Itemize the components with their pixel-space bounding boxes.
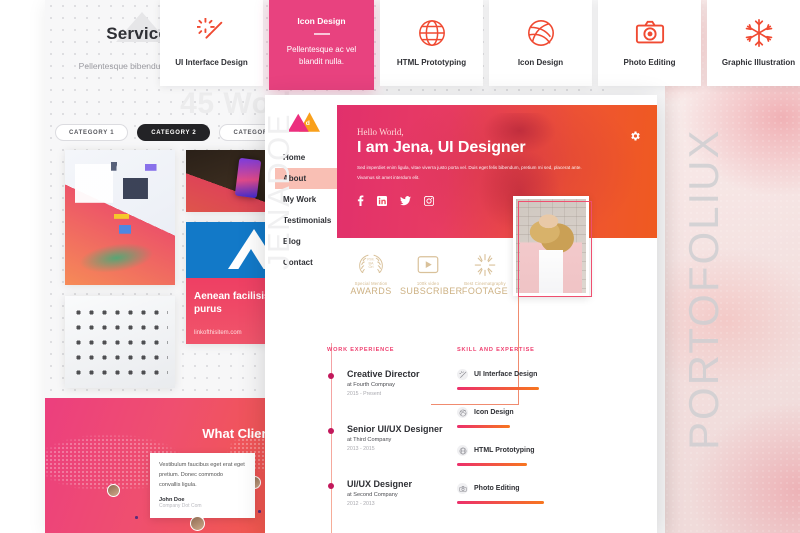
- photo-frame-outline: [518, 201, 592, 297]
- skill-name: Icon Design: [474, 409, 514, 416]
- service-card-photo-editing[interactable]: Photo Editing: [598, 0, 701, 86]
- section-heading: WORK EXPERIENCE: [327, 347, 395, 353]
- skill-name: Photo Editing: [474, 485, 520, 492]
- service-card-graphic-illustration[interactable]: Graphic Illustration: [707, 0, 800, 86]
- skill-progress-bar: [457, 463, 527, 466]
- map-pin: [258, 510, 261, 513]
- vertical-brand-label: PORTOFOLIUX: [680, 128, 727, 450]
- stat-title: FOOTAGE: [461, 286, 509, 296]
- service-card-icon-design[interactable]: Icon Design: [489, 0, 592, 86]
- skill-progress-bar: [457, 387, 539, 390]
- skill-progress-bar: [457, 425, 510, 428]
- hero-headline: I am Jena, UI Designer: [357, 139, 526, 156]
- job-company: at Third Company: [347, 437, 392, 443]
- stat-subscriber: 100k video SUBSCRIBER: [400, 253, 463, 296]
- portfolio-item[interactable]: [65, 150, 175, 285]
- screenshot-stage: 45 Work Services Pellentesque bibendum, …: [0, 0, 800, 533]
- timeline-dot: [327, 428, 334, 434]
- testimonial-card: Vestibulum faucibus eget erat eget preti…: [150, 453, 255, 525]
- hero-greeting: Hello World,: [357, 127, 404, 137]
- testimonials-title-light: What: [202, 426, 238, 441]
- portfolio-thumbnail: [65, 150, 175, 285]
- linkedin-icon[interactable]: [377, 193, 387, 211]
- skill-name: UI Interface Design: [474, 371, 538, 378]
- laurel-wreath-icon: P.M. BA Ori: [343, 253, 399, 277]
- service-card-row: UI Interface Design Icon Design Pellente…: [160, 0, 800, 90]
- stat-title: AWARDS: [350, 286, 392, 296]
- camera-icon: [635, 18, 665, 48]
- avatar[interactable]: [107, 484, 120, 497]
- service-card-html-prototyping[interactable]: HTML Prototyping: [380, 0, 483, 86]
- magic-wand-icon: [457, 369, 468, 380]
- dribbble-icon: [526, 18, 556, 48]
- portfolio-item[interactable]: [65, 296, 175, 388]
- service-card-label: UI Interface Design: [175, 58, 248, 68]
- instagram-icon[interactable]: [423, 193, 435, 211]
- resume-page-mockup: d Home About My Work Testimonials Blog C…: [261, 95, 657, 533]
- stat-footage: Best Cinematgraphy FOOTAGE: [457, 253, 513, 296]
- skill-progress-bar: [457, 501, 544, 504]
- hero-paragraph: Sed imperdiet enim ligula, vitae viverra…: [357, 165, 582, 181]
- service-card-label: Icon Design: [517, 58, 564, 68]
- service-card-label: HTML Prototyping: [396, 58, 467, 68]
- gear-icon[interactable]: [629, 129, 641, 141]
- work-experience-heading: WORK EXPERIENCE: [327, 347, 467, 353]
- hero-banner: Hello World, I am Jena, UI Designer Sed …: [337, 105, 657, 238]
- job-dates: 2015 - Present: [347, 391, 382, 397]
- divider: [313, 33, 330, 35]
- svg-text:d: d: [306, 120, 310, 127]
- facebook-icon[interactable]: [357, 193, 364, 211]
- filter-pill-category-2[interactable]: CATEGORY 2: [137, 124, 211, 141]
- filter-pill-category-1[interactable]: CATEGORY 1: [55, 124, 129, 141]
- testimonial-author-company: Company Dot Com: [159, 503, 202, 510]
- testimonial-quote: Vestibulum faucibus eget erat eget preti…: [159, 462, 245, 488]
- map-pin: [135, 516, 138, 519]
- globe-icon: [417, 18, 447, 48]
- service-card-label: Icon Design: [297, 16, 346, 26]
- skill-item: Icon Design: [457, 407, 607, 428]
- skill-item: HTML Prototyping: [457, 445, 607, 466]
- vertical-name-watermark: JENADOE: [261, 113, 296, 270]
- skill-row: UI Interface Design: [457, 369, 607, 380]
- skill-row: Icon Design: [457, 407, 607, 418]
- social-links: [357, 193, 435, 211]
- stat-title: SUBSCRIBER: [400, 286, 463, 296]
- sunburst-icon: [457, 253, 513, 277]
- magic-wand-icon: [196, 18, 227, 48]
- portfolio-thumbnail: [65, 296, 175, 388]
- svg-text:Ori: Ori: [369, 265, 374, 269]
- skill-name: HTML Prototyping: [474, 447, 535, 454]
- stat-awards: P.M. BA Ori Special Mention AWARDS: [343, 253, 399, 296]
- timeline-dot: [327, 483, 334, 489]
- portfolio-item-link[interactable]: linkofthisitem.com: [194, 330, 242, 336]
- avatar-active[interactable]: [190, 516, 205, 531]
- service-card-ui-interface-design[interactable]: UI Interface Design: [160, 0, 263, 86]
- dribbble-icon: [457, 407, 468, 418]
- skill-row: Photo Editing: [457, 483, 607, 494]
- timeline-dot: [327, 373, 334, 379]
- skill-item: Photo Editing: [457, 483, 607, 504]
- twitter-icon[interactable]: [400, 193, 411, 211]
- section-heading: SKILL AND EXPERTISE: [457, 347, 535, 353]
- service-card-label: Photo Editing: [623, 58, 676, 68]
- achievements-stats: P.M. BA Ori Special Mention AWARDS 100k …: [343, 253, 513, 296]
- camera-icon: [457, 483, 468, 494]
- connector-line: [431, 404, 519, 406]
- service-card-label: Graphic Illustration: [721, 58, 796, 68]
- skills-heading: SKILL AND EXPERTISE: [457, 347, 607, 353]
- skill-item: UI Interface Design: [457, 369, 607, 390]
- globe-icon: [457, 445, 468, 456]
- timeline-line: [331, 343, 333, 533]
- testimonials-section: What Clients Vestibulum faucibus eget er…: [45, 398, 295, 533]
- play-button-icon: [400, 253, 456, 277]
- skill-row: HTML Prototyping: [457, 445, 607, 456]
- snowflake-icon: [744, 18, 774, 48]
